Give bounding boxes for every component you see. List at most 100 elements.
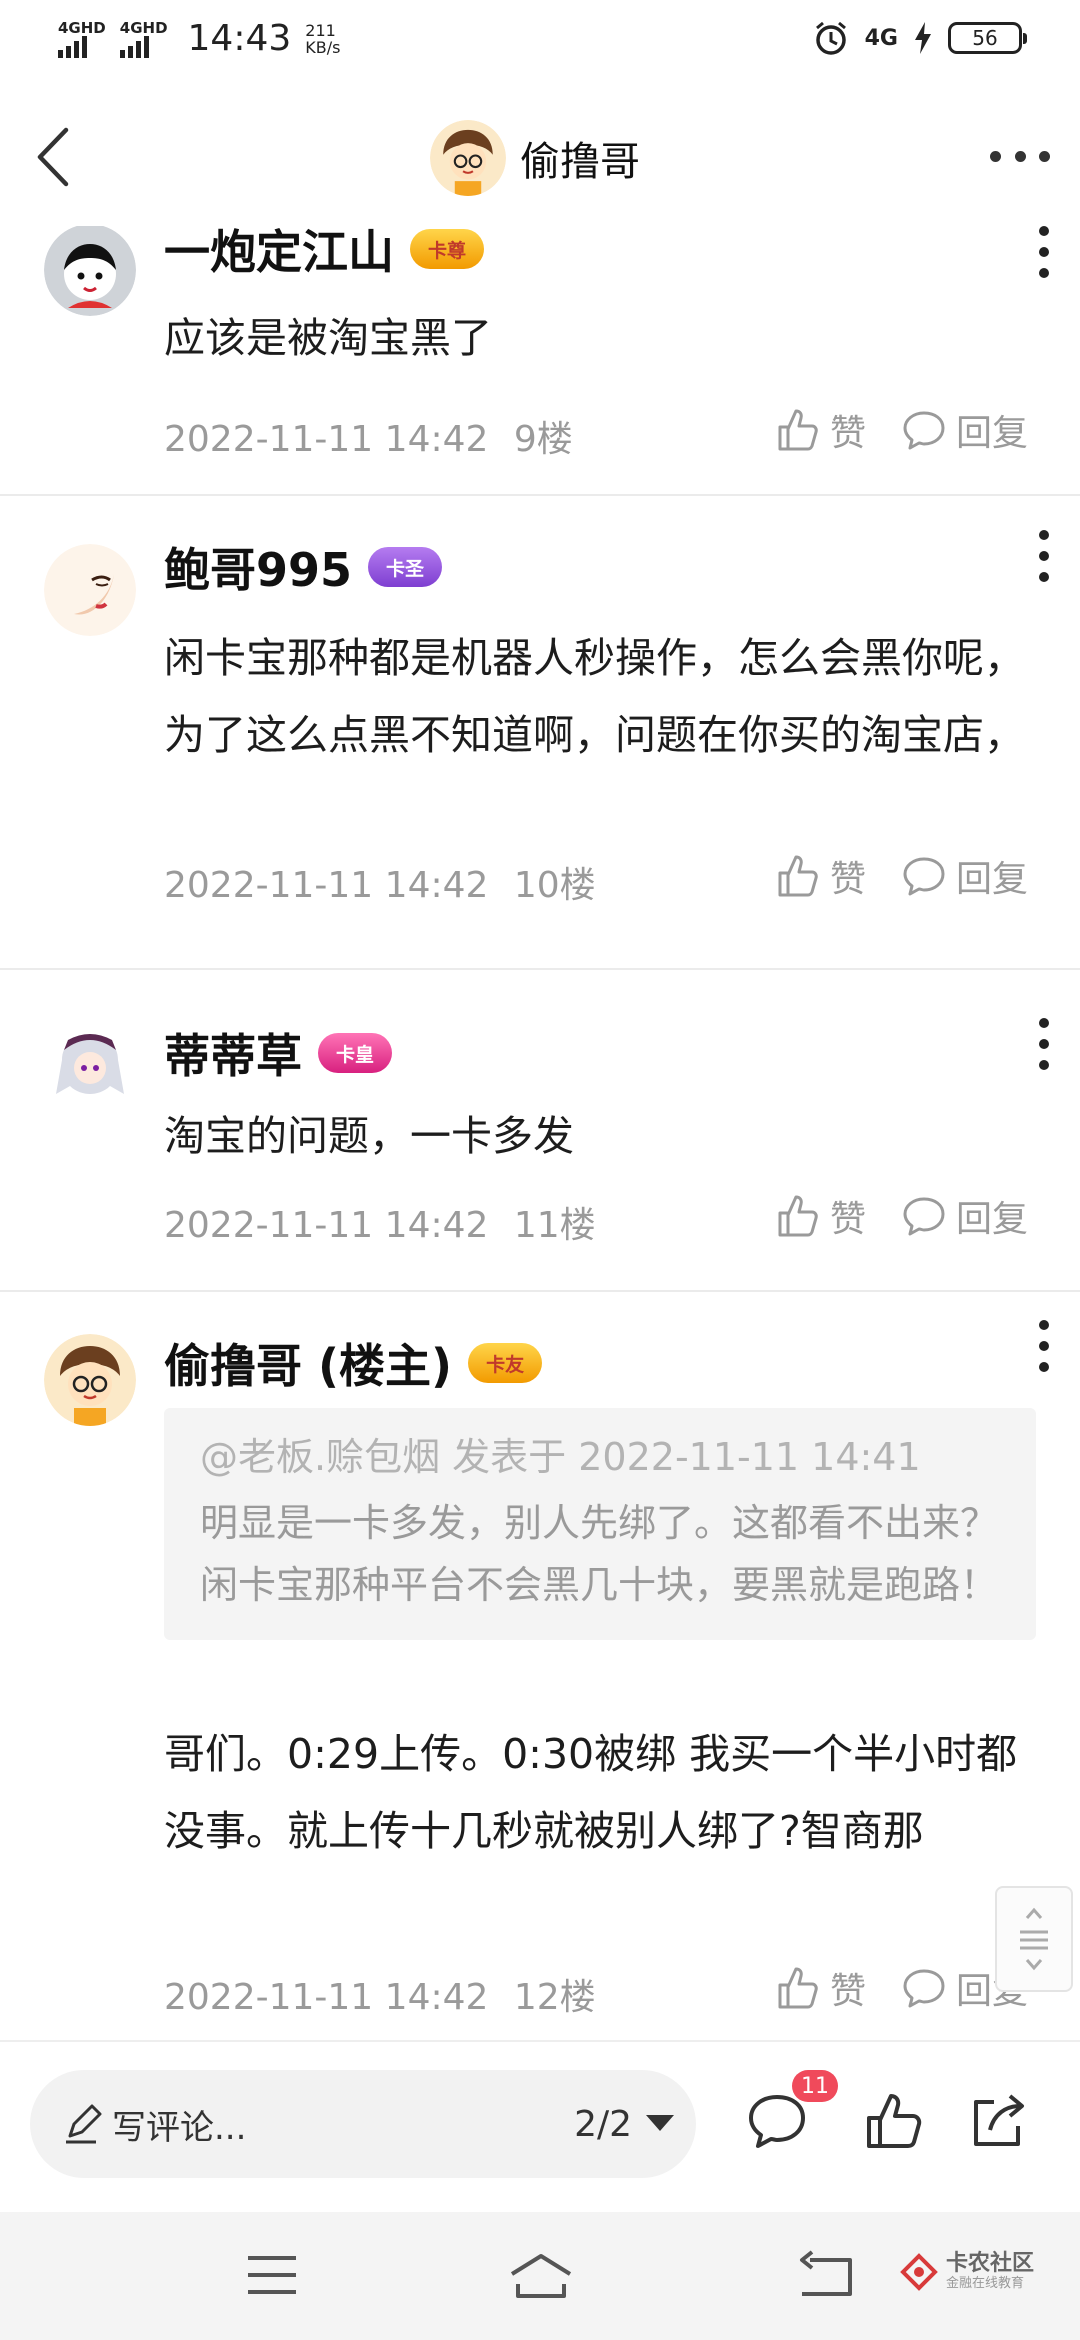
back-icon[interactable] xyxy=(796,2250,852,2300)
avatar[interactable] xyxy=(44,226,136,316)
comment-meta: 2022-11-11 14:42 10楼 xyxy=(164,856,596,908)
signal-bars-icon xyxy=(119,35,149,58)
alarm-icon xyxy=(815,21,846,55)
like-button[interactable]: 赞 xyxy=(776,1962,866,2014)
comment-text: 应该是被淘宝黑了 xyxy=(164,314,492,362)
like-label: 赞 xyxy=(830,413,867,454)
speed-value: 211 xyxy=(305,20,336,40)
logo-icon xyxy=(900,2253,938,2291)
reply-label: 回复 xyxy=(956,859,1029,900)
more-dots-icon[interactable] xyxy=(1038,1320,1050,1372)
reply-button[interactable]: 回复 xyxy=(902,404,1028,456)
comment-text: 闲卡宝那种都是机器人秒操作，怎么会黑你呢，为了这么点黑不知道啊，问题在你买的淘宝… xyxy=(164,634,1025,759)
scroll-arrows-icon xyxy=(1020,1907,1048,1971)
comment-time: 2022-11-11 14:42 xyxy=(164,865,489,906)
thumbs-up-icon xyxy=(778,1967,818,2009)
avatar[interactable] xyxy=(44,1020,136,1112)
sim1-label: 4GHD xyxy=(58,18,106,37)
signal-sim2: 4GHD xyxy=(119,20,168,58)
reply-button[interactable]: 回复 xyxy=(902,1190,1028,1242)
comment-placeholder: 写评论... xyxy=(112,2107,247,2148)
reply-label: 回复 xyxy=(956,413,1029,454)
watermark: 卡农社区 金融在线教育 xyxy=(900,2252,1034,2292)
user-row: 一炮定江山 卡尊 xyxy=(164,226,485,282)
menu-icon[interactable] xyxy=(246,2250,298,2300)
like-button[interactable]: 赞 xyxy=(776,850,866,902)
comment-meta: 2022-11-11 14:42 12楼 xyxy=(164,1968,596,2020)
back-arrow-icon[interactable] xyxy=(30,124,80,190)
comment-input[interactable]: 写评论... 2/2 xyxy=(30,2070,696,2178)
share-icon[interactable] xyxy=(968,2092,1028,2150)
like-label: 赞 xyxy=(830,1199,867,1240)
like-label: 赞 xyxy=(830,1971,867,2012)
username[interactable]: 蒂蒂草 xyxy=(164,1020,302,1086)
signal-sim1: 4GHD xyxy=(58,20,106,58)
charging-icon xyxy=(915,22,931,54)
user-row: 偷撸哥 (楼主) 卡友 xyxy=(164,1330,543,1396)
reply-button[interactable]: 回复 xyxy=(902,850,1028,902)
quote-body: 明显是一卡多发，别人先绑了。这都看不出来？闲卡宝那种平台不会黑几十块，要黑就是跑… xyxy=(200,1501,999,1607)
scroll-handle[interactable] xyxy=(995,1886,1073,1992)
comments-icon[interactable] xyxy=(746,2092,808,2150)
thumbs-up-icon xyxy=(778,855,818,897)
top-nav: 偷撸哥 xyxy=(0,84,1080,226)
rank-badge: 卡尊 xyxy=(410,229,485,269)
network-speed: 211 KB/s xyxy=(305,22,340,56)
username[interactable]: 一炮定江山 xyxy=(164,226,394,282)
quote-header: @老板.赊包烟 发表于 2022-11-11 14:41 xyxy=(200,1435,921,1479)
battery-icon: 56 xyxy=(948,22,1027,54)
watermark-title: 卡农社区 xyxy=(946,2251,1035,2276)
speed-unit: KB/s xyxy=(305,37,341,57)
page-indicator[interactable]: 2/2 xyxy=(574,2104,632,2145)
comment-list: 一炮定江山 卡尊 应该是被淘宝黑了 2022-11-11 14:42 9楼 赞 … xyxy=(0,226,1080,2040)
user-row: 蒂蒂草 卡皇 xyxy=(164,1020,393,1086)
rank-badge: 卡圣 xyxy=(368,547,443,587)
comment-floor: 9楼 xyxy=(513,419,573,460)
rank-badge: 卡皇 xyxy=(318,1033,393,1073)
bottom-action-bar: 写评论... 2/2 11 xyxy=(0,2040,1080,2212)
comment-count-badge: 11 xyxy=(792,2070,838,2102)
signal-bars-icon xyxy=(58,35,87,58)
comment-floor: 12楼 xyxy=(513,1977,596,2018)
speech-bubble-icon xyxy=(903,857,945,896)
comment-meta: 2022-11-11 14:42 11楼 xyxy=(164,1196,596,1248)
thumbs-up-icon xyxy=(778,409,818,451)
comment-floor: 10楼 xyxy=(513,865,596,906)
status-right: 4G 56 xyxy=(813,20,1027,56)
comment-item: 鲍哥995 卡圣 闲卡宝那种都是机器人秒操作，怎么会黑你呢，为了这么点黑不知道啊… xyxy=(0,496,1080,970)
thumbs-up-icon[interactable] xyxy=(864,2092,922,2150)
comment-text: 淘宝的问题，一卡多发 xyxy=(164,1112,574,1160)
like-button[interactable]: 赞 xyxy=(776,404,866,456)
clock: 14:43 xyxy=(187,18,292,59)
more-dots-icon[interactable] xyxy=(1038,530,1050,582)
username[interactable]: 偷撸哥 (楼主) xyxy=(164,1330,452,1396)
status-bar: 4GHD 4GHD 14:43 211 KB/s 4G 56 xyxy=(0,0,1080,84)
thumbs-up-icon xyxy=(778,1195,818,1237)
comment-time: 2022-11-11 14:42 xyxy=(164,1205,489,1246)
comment-floor: 11楼 xyxy=(513,1205,596,1246)
rank-badge: 卡友 xyxy=(468,1343,543,1383)
comment-item: 偷撸哥 (楼主) 卡友 @老板.赊包烟 发表于 2022-11-11 14:41… xyxy=(0,1292,1080,2040)
thread-author[interactable]: 偷撸哥 xyxy=(430,120,640,196)
home-icon[interactable] xyxy=(508,2250,574,2300)
more-dots-icon[interactable] xyxy=(1038,1018,1050,1070)
pencil-icon xyxy=(66,2104,102,2144)
comment-item: 蒂蒂草 卡皇 淘宝的问题，一卡多发 2022-11-11 14:42 11楼 赞… xyxy=(0,970,1080,1292)
more-dots-icon[interactable] xyxy=(990,144,1050,168)
comment-text: 哥们。0:29上传。0:30被绑 我买一个半小时都没事。就上传十几秒就被别人绑了… xyxy=(164,1730,1018,1855)
speech-bubble-icon xyxy=(903,1197,945,1236)
avatar[interactable] xyxy=(44,544,136,636)
avatar[interactable] xyxy=(44,1334,136,1426)
speech-bubble-icon xyxy=(903,411,945,450)
caret-down-icon[interactable] xyxy=(646,2115,674,2131)
more-dots-icon[interactable] xyxy=(1038,226,1050,278)
network-type: 4G xyxy=(864,25,898,51)
author-avatar[interactable] xyxy=(430,120,506,196)
like-button[interactable]: 赞 xyxy=(776,1190,866,1242)
comment-time: 2022-11-11 14:42 xyxy=(164,1977,489,2018)
battery-level: 56 xyxy=(972,26,998,50)
speech-bubble-icon xyxy=(903,1969,945,2008)
username[interactable]: 鲍哥995 xyxy=(164,534,352,600)
quoted-comment[interactable]: @老板.赊包烟 发表于 2022-11-11 14:41 明显是一卡多发，别人先… xyxy=(164,1408,1036,1640)
system-nav-bar: 卡农社区 金融在线教育 xyxy=(0,2212,1080,2340)
